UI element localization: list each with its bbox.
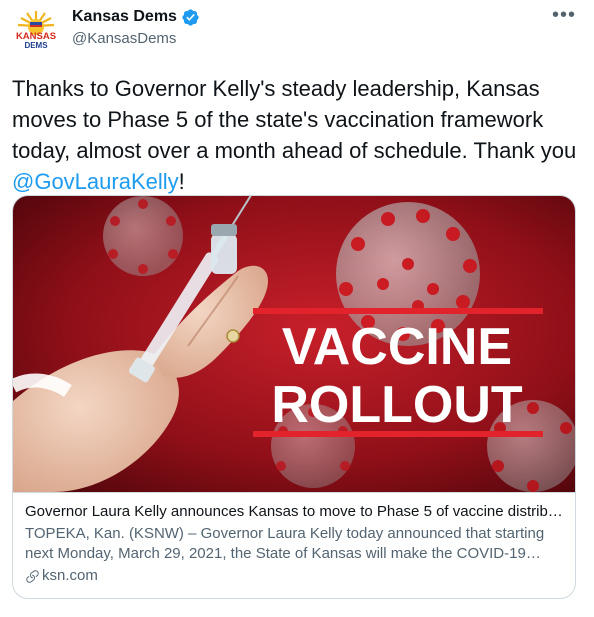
card-image[interactable]: VACCINE ROLLOUT (13, 196, 576, 492)
banner-line-2: ROLLOUT (271, 376, 523, 434)
vaccine-rollout-banner: VACCINE ROLLOUT (253, 308, 543, 437)
card-title[interactable]: Governor Laura Kelly announces Kansas to… (25, 502, 565, 522)
tweet-text-end: ! (178, 169, 185, 194)
verified-badge-icon (182, 8, 199, 26)
tweet-text-body: Thanks to Governor Kelly's steady leader… (12, 76, 577, 163)
author-info: Kansas Dems @KansasDems (72, 6, 200, 47)
avatar-logo-bottom: DEMS (24, 41, 48, 50)
card-domain-text[interactable]: ksn.com (42, 566, 98, 586)
tweet-text: Thanks to Governor Kelly's steady leader… (12, 73, 582, 197)
card-domain[interactable]: ksn.com (25, 566, 565, 586)
card-divider (13, 492, 575, 493)
tweet[interactable]: KANSAS DEMS Kansas Dems @KansasDems ••• … (0, 0, 594, 617)
banner-line-1: VACCINE (282, 318, 512, 376)
link-icon (26, 569, 39, 583)
card-description: TOPEKA, Kan. (KSNW) – Governor Laura Kel… (25, 525, 545, 562)
mention-link[interactable]: @GovLauraKelly (12, 169, 179, 194)
display-name[interactable]: Kansas Dems (72, 8, 177, 26)
card-body[interactable]: Governor Laura Kelly announces Kansas to… (25, 502, 565, 586)
avatar[interactable]: KANSAS DEMS (12, 6, 60, 54)
link-card[interactable]: VACCINE ROLLOUT Governor Laura Kelly ann… (12, 195, 576, 599)
more-options-icon[interactable]: ••• (552, 5, 576, 25)
handle[interactable]: @KansasDems (72, 30, 200, 47)
